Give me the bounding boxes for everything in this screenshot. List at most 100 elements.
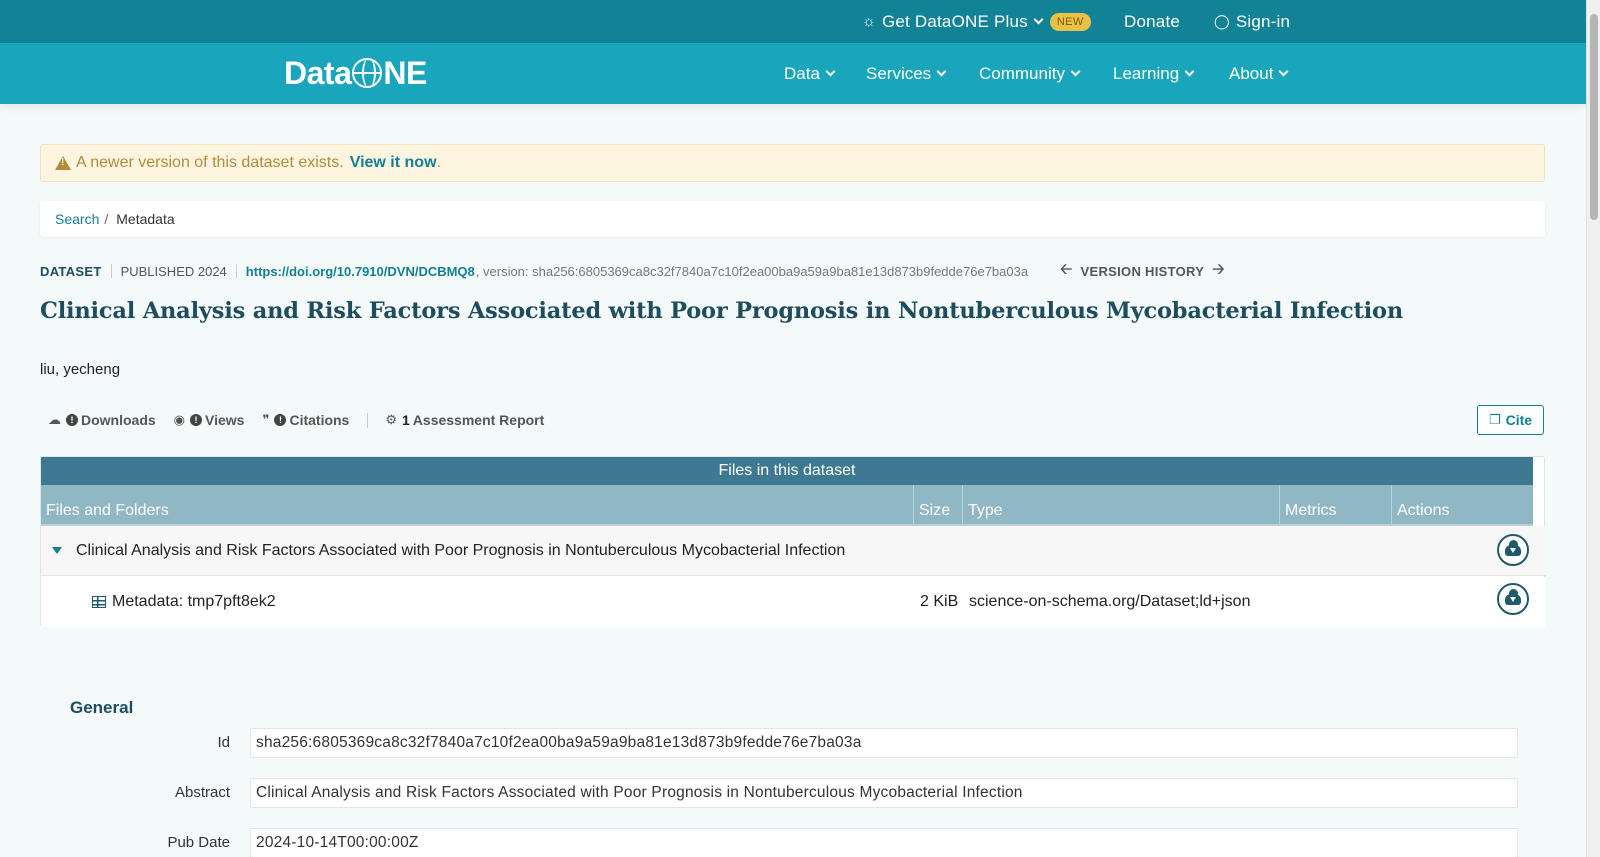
logo-globe-icon — [352, 58, 383, 88]
field-value-id: sha256:6805369ca8c32f7840a7c10f2ea00ba9a… — [250, 728, 1518, 758]
alert-message: A newer version of this dataset exists. — [76, 154, 344, 171]
copy-icon: ❐ — [1488, 412, 1501, 427]
caret-down-icon[interactable] — [52, 547, 62, 554]
logo-text-data: Data — [284, 54, 352, 91]
divider — [235, 264, 237, 278]
views-label: Views — [205, 412, 245, 428]
page-scrollbar[interactable] — [1586, 0, 1600, 857]
citations-metric[interactable]: ❞ ! Citations — [262, 412, 349, 428]
chevron-down-icon — [936, 66, 947, 77]
table-row: Metadata: tmp7pft8ek2 2 KiB science-on-s… — [41, 577, 1546, 627]
table-row: Clinical Analysis and Risk Factors Assoc… — [41, 526, 1546, 576]
downloads-metric[interactable]: ☁ ! Downloads — [48, 412, 156, 428]
published-year: PUBLISHED 2024 — [120, 263, 227, 279]
cloud-download-icon — [1505, 588, 1521, 605]
nav-about[interactable]: About — [1229, 43, 1289, 104]
column-header-type: Type — [963, 485, 1280, 526]
main-nav: Data NE Data Services Community Learning… — [0, 43, 1586, 104]
chevron-down-icon — [1070, 66, 1081, 77]
chevron-down-icon — [825, 66, 836, 77]
nav-learning-label: Learning — [1113, 63, 1180, 83]
dashboard-icon: ⚙ — [385, 412, 397, 427]
nav-data-label: Data — [784, 63, 820, 83]
breadcrumb-search[interactable]: Search — [55, 211, 99, 227]
column-header-files: Files and Folders — [41, 485, 914, 526]
dataone-logo[interactable]: Data NE — [284, 53, 427, 93]
assessment-count: 1 — [402, 412, 410, 428]
field-label-abstract: Abstract — [174, 784, 230, 801]
column-header-actions: Actions — [1397, 502, 1450, 519]
chevron-down-icon — [1278, 66, 1289, 77]
column-header-metrics: Metrics — [1280, 485, 1392, 526]
download-package-button[interactable] — [1497, 534, 1529, 566]
scrollbar-thumb[interactable] — [1590, 14, 1598, 220]
field-label-id: Id — [217, 734, 230, 751]
nav-learning[interactable]: Learning — [1113, 43, 1195, 104]
views-metric[interactable]: ◉ ! Views — [174, 412, 245, 428]
sign-in-label: Sign-in — [1235, 11, 1291, 31]
download-file-button[interactable] — [1497, 583, 1529, 615]
dataset-title: Clinical Analysis and Risk Factors Assoc… — [40, 298, 1403, 324]
version-id: , version: sha256:6805369ca8c32f7840a7c1… — [475, 263, 1029, 279]
dataset-type: DATASET — [40, 263, 102, 279]
folder-name: Clinical Analysis and Risk Factors Assoc… — [76, 541, 846, 559]
breadcrumb-separator: / — [104, 211, 109, 227]
user-icon: ◯ — [1214, 13, 1230, 29]
nav-community[interactable]: Community — [979, 43, 1081, 104]
warning-icon — [55, 156, 71, 170]
alert-suffix: . — [436, 154, 441, 171]
citations-label: Citations — [289, 412, 350, 428]
view-newer-version-link[interactable]: View it now — [350, 154, 437, 172]
downloads-label: Downloads — [81, 412, 156, 428]
newer-version-alert: A newer version of this dataset exists. … — [40, 144, 1545, 182]
previous-version-arrow-icon[interactable]: 🡠 — [1060, 259, 1072, 284]
top-bar: ☼ Get DataONE Plus NEW Donate ◯ Sign-in — [0, 0, 1586, 43]
chevron-down-icon — [1033, 14, 1044, 25]
next-version-arrow-icon[interactable]: 🡢 — [1212, 259, 1224, 284]
nav-data[interactable]: Data — [784, 43, 836, 104]
sign-in-link[interactable]: ◯ Sign-in — [1214, 0, 1290, 43]
get-dataone-plus-label: Get DataONE Plus — [881, 11, 1028, 31]
breadcrumb-current: Metadata — [116, 211, 175, 227]
cite-label: Cite — [1505, 412, 1533, 428]
get-dataone-plus-menu[interactable]: ☼ Get DataONE Plus NEW — [862, 0, 1091, 43]
dataset-meta-line: DATASET PUBLISHED 2024 https://doi.org/1… — [40, 261, 1233, 280]
new-badge: NEW — [1049, 12, 1091, 31]
file-name[interactable]: Metadata: tmp7pft8ek2 — [112, 593, 920, 611]
cloud-download-icon: ☁ — [48, 412, 61, 427]
quote-icon: ❞ — [262, 412, 270, 427]
table-icon — [92, 596, 106, 608]
assessment-report-link[interactable]: ⚙ 1 Assessment Report — [385, 412, 544, 428]
divider — [110, 264, 112, 278]
breadcrumb: Search / Metadata — [40, 201, 1545, 237]
version-history-label: VERSION HISTORY — [1080, 263, 1205, 279]
dataset-author: liu, yecheng — [40, 361, 121, 378]
metrics-bar: ☁ ! Downloads ◉ ! Views ❞ ! Citations ⚙ … — [48, 410, 562, 430]
donate-link[interactable]: Donate — [1124, 0, 1180, 43]
general-section-title: General — [70, 698, 134, 717]
exclamation-icon: ! — [274, 414, 287, 426]
nav-about-label: About — [1229, 63, 1274, 83]
logo-text-ne: NE — [383, 54, 427, 91]
chevron-down-icon — [1184, 66, 1195, 77]
doi-link[interactable]: https://doi.org/10.7910/DVN/DCBMQ8 — [246, 264, 475, 279]
cloud-download-icon — [1505, 539, 1521, 556]
field-value-pub-date: 2024-10-14T00:00:00Z — [250, 828, 1518, 857]
cite-button[interactable]: ❐ Cite — [1477, 405, 1544, 435]
field-label-pub-date: Pub Date — [167, 834, 230, 851]
version-history: 🡠 VERSION HISTORY 🡢 — [1052, 259, 1233, 284]
file-size: 2 KiB — [920, 593, 959, 610]
nav-services-label: Services — [866, 63, 932, 83]
files-table-header: Files and Folders Size Type Metrics Acti… — [41, 485, 1533, 526]
divider — [367, 412, 369, 428]
files-table-caption: Files in this dataset — [41, 457, 1533, 485]
nav-services[interactable]: Services — [866, 43, 947, 104]
files-table: Files in this dataset Files and Folders … — [40, 456, 1546, 627]
exclamation-icon: ! — [66, 414, 78, 426]
eye-icon: ◉ — [173, 412, 186, 427]
field-value-abstract: Clinical Analysis and Risk Factors Assoc… — [250, 778, 1518, 808]
file-type: science-on-schema.org/Dataset;ld+json — [969, 593, 1251, 610]
column-header-size: Size — [914, 485, 963, 526]
globe-icon: ☼ — [862, 13, 876, 30]
nav-community-label: Community — [979, 63, 1065, 83]
